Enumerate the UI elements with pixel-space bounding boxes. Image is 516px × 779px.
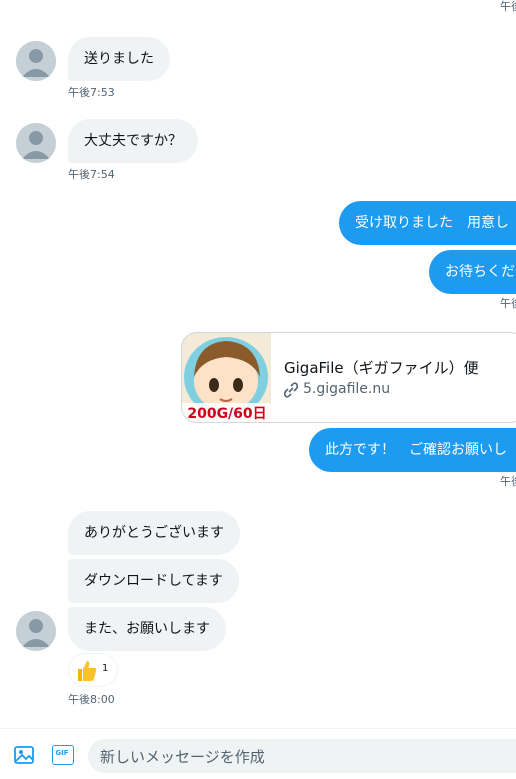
default-avatar-icon [16,41,56,81]
message-timestamp: 午後8:00 [68,693,115,706]
message-bubble[interactable]: 送りました [68,37,170,81]
timestamp: 午後 [500,0,516,13]
message-input[interactable]: 新しいメッセージを作成 [88,739,516,773]
gif-label: GIF [55,749,69,757]
message-bubble[interactable]: 大丈夫ですか？ [68,119,198,163]
message-bubble[interactable]: ありがとうございます [68,511,240,555]
message-timestamp: 午後7:54 [68,168,115,181]
default-avatar-icon [16,123,56,163]
default-avatar-icon [16,611,56,651]
avatar[interactable] [16,41,56,81]
link-icon [283,382,299,402]
link-domain: 5.gigafile.nu [303,381,391,397]
thumbnail-caption: 200G/60日 [187,406,267,422]
message-composer: GIF 新しいメッセージを作成 [0,728,516,779]
reaction-badge[interactable]: 1 [68,653,118,687]
dm-conversation: 午後 送りました 午後7:53 大丈夫ですか？ 午後7:54 受け取りました 用… [0,0,516,779]
avatar[interactable] [16,611,56,651]
message-bubble[interactable]: 此方です！ ご確認お願いし [309,428,516,472]
message-bubble[interactable]: 受け取りました 用意し [339,201,516,245]
message-bubble[interactable]: また、お願いします [68,607,226,651]
thumbs-up-icon [78,661,97,681]
reaction-count: 1 [102,663,109,674]
link-preview-card[interactable]: 200G/60日 GigaFile（ギガファイル）便 5.gigafile.nu [181,332,516,423]
link-title: GigaFile（ギガファイル）便 [284,359,479,377]
message-bubble[interactable]: ダウンロードしてます [68,559,239,603]
message-timestamp: 午後 [500,475,516,488]
gif-icon[interactable]: GIF [52,745,74,765]
image-icon[interactable] [13,744,35,766]
avatar[interactable] [16,123,56,163]
link-thumbnail: 200G/60日 [182,333,271,422]
message-timestamp: 午後7:53 [68,86,115,99]
message-bubble[interactable]: お待ちくだ [429,250,516,294]
message-timestamp: 午後 [500,297,516,310]
